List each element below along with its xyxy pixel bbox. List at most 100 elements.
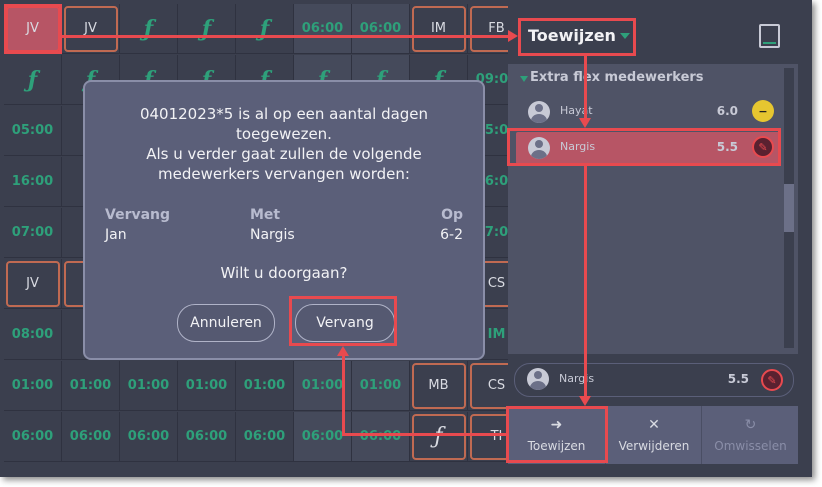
cell-label: 08:00 (11, 327, 54, 342)
grid-cell[interactable]: 06:00 (236, 412, 294, 462)
col-header-met: Met (250, 207, 281, 223)
shift-chip[interactable]: JV (5, 260, 60, 307)
grid-cell[interactable]: JV (4, 259, 62, 309)
cell-label: IM (487, 327, 506, 342)
scroll-thumb[interactable] (784, 184, 794, 232)
caret-down-icon[interactable] (620, 33, 630, 39)
cell-label: 01:00 (359, 378, 402, 393)
grid-cell[interactable]: 06:00 (294, 4, 352, 54)
annotation-arrow (584, 166, 587, 398)
cancel-button[interactable]: Annuleren (177, 304, 275, 342)
arrow-right-icon: ➜ (550, 417, 563, 433)
employee-name: Nargis (560, 140, 596, 153)
remove-label: Verwijderen (618, 439, 690, 453)
value-vervang: Jan (105, 227, 127, 243)
grid-cell[interactable]: ƒ (410, 412, 468, 462)
grid-cell[interactable]: 08:00 (4, 310, 62, 360)
selected-employee: Nargis 5.5 ✎ (514, 363, 794, 397)
grid-cell[interactable]: 06:00 (120, 412, 178, 462)
scrollbar[interactable] (784, 68, 794, 348)
grid-cell[interactable]: 16:00 (4, 157, 62, 207)
grid-cell[interactable]: 06:00 (352, 412, 410, 462)
cell-label: 01:00 (69, 378, 112, 393)
cell-label: IM (430, 21, 447, 36)
dialog-question: Wilt u doorgaan? (220, 264, 348, 282)
shift-chip[interactable]: JV (63, 5, 118, 52)
assign-label: Toewijzen (527, 439, 586, 453)
cell-label: 07:00 (11, 225, 54, 240)
minus-icon: − (752, 100, 774, 122)
swap-button[interactable]: ↻ Omwisselen (701, 406, 799, 464)
grid-cell[interactable]: JV (62, 4, 120, 54)
grid-cell[interactable]: IM (410, 4, 468, 54)
cell-label: CS (487, 276, 506, 291)
cell-label: JV (26, 276, 39, 291)
shift-chip[interactable]: IM (411, 5, 466, 52)
shift-chip[interactable]: JV (5, 5, 60, 52)
arrow-head-icon (579, 396, 591, 406)
employee-score: 5.5 (716, 140, 738, 154)
cell-label: 05:00 (11, 123, 54, 138)
cell-label: 01:00 (11, 378, 54, 393)
grid-cell[interactable]: 06:00 (62, 412, 120, 462)
annotation-arrow (342, 356, 345, 436)
grid-cell[interactable]: 01:00 (236, 361, 294, 411)
assign-title[interactable]: Toewijzen (528, 26, 616, 45)
avatar (527, 368, 549, 390)
cell-label: 06:00 (301, 21, 344, 36)
grid-cell[interactable]: MB (410, 361, 468, 411)
cell-label: 01:00 (243, 378, 286, 393)
cell-label: JV (26, 21, 39, 36)
grid-cell[interactable]: JV (4, 4, 62, 54)
employee-list: Extra flex medewerkers Hayat 6.0 − Nargi… (508, 64, 798, 354)
section-title[interactable]: Extra flex medewerkers (530, 70, 704, 85)
list-item[interactable]: Hayat 6.0 − (516, 96, 780, 128)
shift-chip[interactable]: ƒ (411, 413, 466, 460)
cell-label: 06:00 (359, 429, 402, 444)
flex-icon: ƒ (27, 66, 38, 93)
grid-cell[interactable]: 01:00 (120, 361, 178, 411)
pill-icon: ✎ (752, 136, 774, 158)
grid-cell[interactable]: ƒ (178, 4, 236, 54)
cell-label: 06:00 (185, 429, 228, 444)
replace-button[interactable]: Vervang (295, 304, 395, 342)
annotation-arrow (584, 56, 587, 120)
cell-label: JV (84, 21, 97, 36)
value-op: 6-2 (440, 227, 463, 243)
shift-chip[interactable]: MB (411, 362, 466, 409)
cell-label: 01:00 (301, 378, 344, 393)
assign-button[interactable]: ➜ Toewijzen (508, 406, 605, 464)
cell-label: 06:00 (359, 21, 402, 36)
panel-toggle-icon[interactable] (759, 24, 780, 48)
employee-score: 6.0 (716, 104, 738, 118)
arrow-head-icon (579, 118, 591, 128)
list-item-selected[interactable]: Nargis 5.5 ✎ (516, 132, 780, 164)
grid-cell[interactable]: 06:00 (4, 412, 62, 462)
cell-label: 06:00 (11, 429, 54, 444)
grid-cell[interactable]: ƒ (4, 55, 62, 105)
cell-label: 16:00 (11, 174, 54, 189)
remove-button[interactable]: ✕ Verwijderen (605, 406, 702, 464)
grid-cell[interactable]: 06:00 (178, 412, 236, 462)
value-met: Nargis (250, 227, 295, 243)
section-caret-icon[interactable] (520, 76, 528, 82)
cell-label: 06:00 (69, 429, 112, 444)
grid-cell[interactable]: 01:00 (352, 361, 410, 411)
col-header-vervang: Vervang (105, 207, 171, 223)
grid-cell[interactable]: ƒ (236, 4, 294, 54)
grid-cell[interactable]: 01:00 (62, 361, 120, 411)
employee-name: Hayat (560, 104, 593, 117)
grid-cell[interactable]: 06:00 (352, 4, 410, 54)
grid-cell[interactable]: 05:00 (4, 106, 62, 156)
swap-label: Omwisselen (714, 439, 787, 453)
cell-label: 06:00 (243, 429, 286, 444)
action-bar: ➜ Toewijzen ✕ Verwijderen ↻ Omwisselen (508, 406, 798, 464)
arrow-head-icon (508, 30, 518, 42)
cell-label: FB (488, 21, 505, 36)
avatar (528, 101, 550, 123)
grid-cell[interactable]: 01:00 (4, 361, 62, 411)
grid-cell[interactable]: 07:00 (4, 208, 62, 258)
cell-label: TI (490, 429, 503, 444)
grid-cell[interactable]: ƒ (120, 4, 178, 54)
grid-cell[interactable]: 01:00 (178, 361, 236, 411)
